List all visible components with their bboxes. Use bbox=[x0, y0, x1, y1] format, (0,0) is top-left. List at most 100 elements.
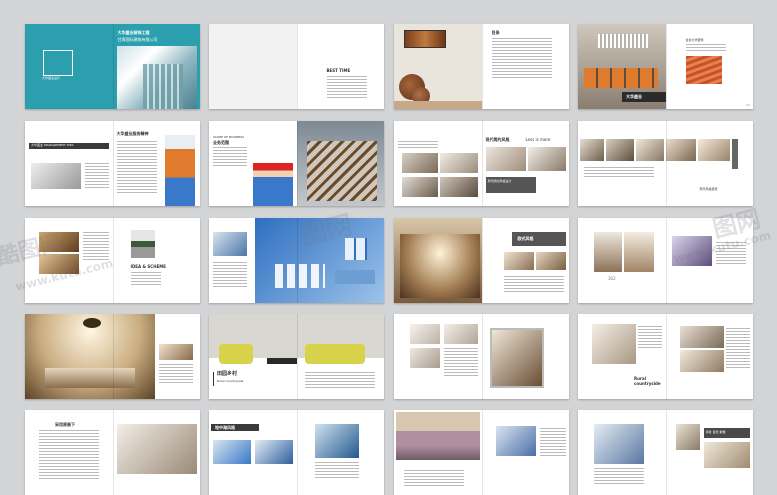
wood-texture-photo bbox=[685, 56, 722, 84]
company-text-lines bbox=[685, 44, 726, 52]
bedroom-lines bbox=[715, 242, 746, 266]
scope-left-page: SCOPE OF BUSINESS 业务范围 bbox=[209, 121, 297, 206]
intro-right-page: BEST TIME bbox=[297, 24, 385, 109]
blue-right-page bbox=[255, 218, 384, 303]
chandelier bbox=[83, 318, 101, 328]
cover-left-page: 大华盛业设计 bbox=[25, 24, 113, 109]
brochure-spread-company[interactable]: 大华盛业 甘肃大华装饰 03 bbox=[578, 24, 753, 109]
white-right-page bbox=[482, 314, 570, 399]
brochure-spread-modern[interactable]: 现代简约风格 Less is more 现代简约风格设计 bbox=[394, 121, 569, 206]
white-left-page bbox=[394, 314, 482, 399]
mediterranean-photo-2 bbox=[255, 440, 293, 464]
scope-lines bbox=[213, 147, 247, 167]
brochure-spread-rural[interactable]: 田园乡村 Rural countryside bbox=[209, 314, 384, 399]
company-left-page: 大华盛业 bbox=[578, 24, 666, 109]
brochure-spread-countryside[interactable]: Rural countryside bbox=[578, 314, 753, 399]
management-right-page: 大华盛业服务精神 bbox=[113, 121, 201, 206]
mediterranean-right-page bbox=[297, 410, 385, 495]
gallery-caption: 现代风格装修 bbox=[699, 187, 718, 191]
bedroom-number: 302 bbox=[608, 276, 616, 281]
classical-lines bbox=[159, 364, 193, 384]
brochure-spread-contents[interactable]: 目录 bbox=[394, 24, 569, 109]
plant-vase-photo bbox=[130, 230, 155, 258]
yellow-armchair bbox=[219, 344, 253, 364]
contents-right-page: 目录 bbox=[482, 24, 570, 109]
rural-subtitle: Rural countryside bbox=[217, 379, 244, 383]
living-photo-2 bbox=[495, 426, 536, 456]
modern-photo-2 bbox=[440, 153, 478, 173]
idea-lines-b bbox=[130, 272, 161, 286]
modern-photo-4 bbox=[440, 177, 478, 197]
idea-lines-a bbox=[83, 232, 109, 262]
rural-title-bar bbox=[213, 372, 214, 386]
fresh-lines bbox=[594, 468, 644, 484]
classical-photo-small bbox=[159, 344, 193, 360]
gallery-right-page: 现代风格装修 bbox=[665, 121, 754, 206]
countryside-photo-2 bbox=[679, 326, 724, 348]
bedroom-photo-1 bbox=[594, 232, 622, 272]
brochure-spread-mediterranean[interactable]: 地中海风格 bbox=[209, 410, 384, 495]
modern-left-page bbox=[394, 121, 482, 206]
countryside-right-page bbox=[666, 314, 754, 399]
modern-title-en: Less is more bbox=[525, 137, 551, 142]
mediterranean-photo-1 bbox=[213, 440, 251, 464]
rural-lines bbox=[305, 372, 375, 390]
european-interior-photo bbox=[400, 234, 480, 298]
brochure-spread-idea[interactable]: IDEA & SCHEME bbox=[25, 218, 200, 303]
management-left-page: 大华盛业 MANAGEMENT IDEA bbox=[25, 121, 113, 206]
living-room-photo bbox=[396, 412, 480, 460]
fresh-tags: 清新 自然 素雅 bbox=[705, 430, 726, 434]
brochure-spread-original[interactable]: 采用原装下 bbox=[25, 410, 200, 495]
original-left-page: 采用原装下 bbox=[25, 410, 113, 495]
worker-photo bbox=[253, 163, 293, 206]
mediterranean-title: 地中海风格 bbox=[215, 425, 235, 430]
original-title: 采用原装下 bbox=[55, 422, 75, 427]
brochure-spread-intro[interactable]: BEST TIME bbox=[209, 24, 384, 109]
brochure-spread-bedroom[interactable]: 302 bbox=[578, 218, 753, 303]
modern-right-page: 现代简约风格 Less is more 现代简约风格设计 bbox=[482, 121, 570, 206]
management-title: 大华盛业服务精神 bbox=[116, 131, 149, 136]
mediterranean-left-page: 地中海风格 bbox=[209, 410, 297, 495]
mediterranean-photo-3 bbox=[314, 424, 359, 458]
idea-photo-1 bbox=[39, 232, 79, 252]
modern-photo-3 bbox=[402, 177, 438, 197]
glass-table-photo bbox=[31, 163, 81, 189]
brochure-spread-gallery[interactable]: 现代风格装修 bbox=[578, 121, 753, 206]
brochure-spread-classical[interactable] bbox=[25, 314, 200, 399]
idea-photo-2 bbox=[39, 254, 79, 274]
original-lines bbox=[39, 430, 99, 480]
living-right-page bbox=[482, 410, 570, 495]
wall-art-photo bbox=[404, 30, 446, 48]
cover-subtitle: 甘肃国际建筑有限公司 bbox=[117, 37, 158, 42]
brochure-spread-european[interactable]: 欧式风格 bbox=[394, 218, 569, 303]
countryside-lines-b bbox=[725, 328, 750, 368]
framed-photo bbox=[489, 328, 544, 388]
brochure-spread-management[interactable]: 大华盛业 MANAGEMENT IDEA 大华盛业服务精神 bbox=[25, 121, 200, 206]
idea-right-page: IDEA & SCHEME bbox=[113, 218, 201, 303]
brochure-spread-blue[interactable] bbox=[209, 218, 384, 303]
gallery-photo-5 bbox=[697, 139, 730, 161]
classical-right-page bbox=[155, 314, 200, 399]
bedroom-main-photo bbox=[671, 236, 712, 266]
white-lines bbox=[444, 348, 478, 378]
modern-photo-1 bbox=[402, 153, 438, 173]
chandelier-photo bbox=[598, 34, 648, 48]
brochure-spread-scope[interactable]: SCOPE OF BUSINESS 业务范围 bbox=[209, 121, 384, 206]
gallery-photo-2 bbox=[606, 139, 634, 161]
brochure-spread-cover[interactable]: 大华盛业设计 大华盛业装饰工程 甘肃国际建筑有限公司 bbox=[25, 24, 200, 109]
bedroom-right-page bbox=[666, 218, 754, 303]
bedroom-left-page: 302 bbox=[578, 218, 666, 303]
idea-left-page bbox=[25, 218, 113, 303]
white-photo-1 bbox=[410, 324, 440, 344]
countryside-photo-3 bbox=[679, 350, 724, 372]
brochure-spread-living[interactable] bbox=[394, 410, 569, 495]
orange-chairs bbox=[584, 68, 658, 88]
white-photo-3 bbox=[444, 324, 478, 344]
brochure-spread-fresh[interactable]: 清新 自然 素雅 bbox=[578, 410, 753, 495]
fresh-photo-3 bbox=[703, 442, 750, 468]
brochure-spread-white[interactable] bbox=[394, 314, 569, 399]
countryside-lines bbox=[638, 326, 662, 350]
company-caption: 大华盛业 bbox=[626, 94, 642, 99]
management-lines-a bbox=[85, 163, 109, 189]
painter-worker-photo bbox=[164, 135, 195, 206]
